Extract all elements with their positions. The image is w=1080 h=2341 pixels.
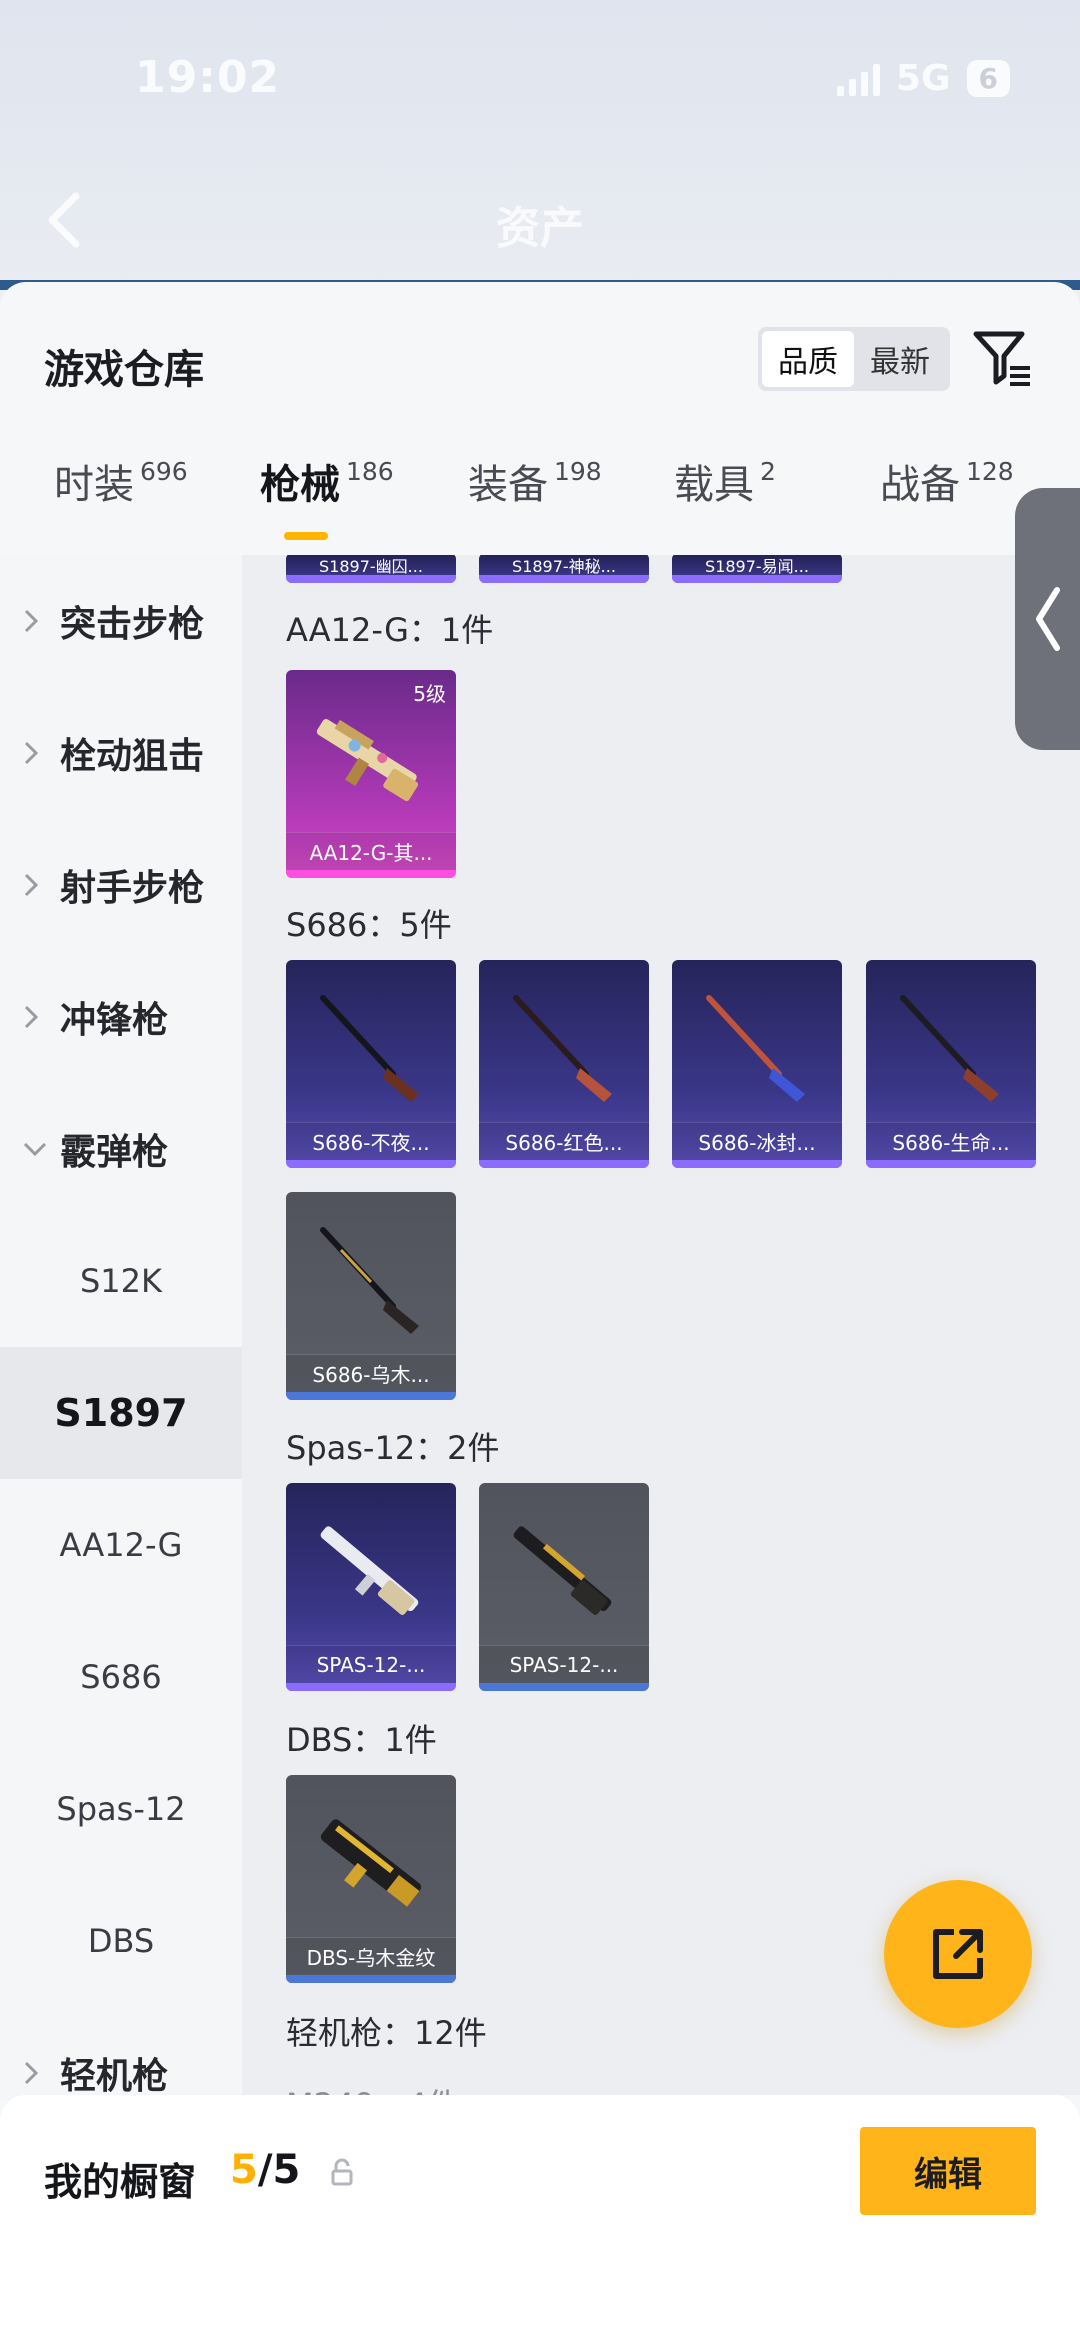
- tab-vehicles[interactable]: 载具 2: [674, 452, 776, 510]
- item-card[interactable]: 5级 AA12-G-其...: [286, 670, 456, 878]
- showcase-count: 5/5: [230, 2147, 301, 2193]
- tab-fashion[interactable]: 时装 696: [54, 452, 188, 510]
- category-sidebar: 突击步枪 栓动狙击 射手步枪 冲锋枪 霰弹枪 S12K S1897 AA12-G…: [0, 555, 242, 2100]
- sidebar-item-shotgun[interactable]: 霰弹枪: [0, 1083, 242, 1215]
- item-card[interactable]: S1897-易闻...: [672, 555, 842, 583]
- item-card[interactable]: S686-生命...: [866, 960, 1036, 1168]
- group-label-m249: M249：4件: [286, 2080, 459, 2095]
- share-icon: [933, 1929, 983, 1979]
- item-card[interactable]: S686-红色...: [479, 960, 649, 1168]
- shotgun-icon: [706, 995, 805, 1102]
- showcase-title: 我的橱窗: [44, 2160, 197, 2204]
- category-tabs: 时装 696 枪械 186 装备 198 载具 2 战备 128: [0, 452, 1080, 552]
- tab-supplies[interactable]: 战备 128: [880, 452, 1014, 510]
- chevron-left-icon: [1036, 587, 1060, 651]
- item-card[interactable]: S686-冰封...: [672, 960, 842, 1168]
- tab-gear[interactable]: 装备 198: [468, 452, 602, 510]
- group-label-lmg: 轻机枪：12件: [286, 2014, 487, 2052]
- showcase-bar: 我的橱窗 5/5 编辑: [0, 2095, 1080, 2341]
- shotgun-icon: [316, 719, 419, 802]
- chevron-right-icon: [22, 871, 50, 899]
- side-panel-handle[interactable]: [1015, 488, 1080, 750]
- sidebar-subitem-s1897[interactable]: S1897: [0, 1347, 242, 1479]
- network-label: 5G: [895, 58, 951, 99]
- shotgun-icon: [513, 995, 612, 1102]
- shotgun-icon: [320, 1526, 419, 1615]
- sidebar-item-marksman[interactable]: 射手步枪: [0, 819, 242, 951]
- shotgun-icon: [320, 1227, 419, 1334]
- sort-latest-button[interactable]: 最新: [854, 331, 946, 387]
- sort-toggle: 品质 最新: [758, 327, 950, 391]
- page-title: 资产: [496, 203, 584, 254]
- sidebar-subitem-aa12g[interactable]: AA12-G: [0, 1479, 242, 1611]
- status-indicators: 5G 6: [836, 58, 1010, 99]
- group-label-aa12g: AA12-G：1件: [286, 611, 494, 649]
- sidebar-item-smg[interactable]: 冲锋枪: [0, 951, 242, 1083]
- item-card[interactable]: S686-不夜...: [286, 960, 456, 1168]
- group-label-s686: S686：5件: [286, 906, 452, 944]
- item-card[interactable]: S686-乌木...: [286, 1192, 456, 1400]
- shotgun-icon: [320, 1819, 422, 1907]
- sidebar-subitem-s686[interactable]: S686: [0, 1611, 242, 1743]
- signal-icon: [836, 62, 880, 96]
- sidebar-subitem-spas12[interactable]: Spas-12: [0, 1743, 242, 1875]
- sidebar-item-bolt[interactable]: 栓动狙击: [0, 687, 242, 819]
- chevron-right-icon: [22, 2059, 50, 2087]
- edit-button[interactable]: 编辑: [860, 2127, 1036, 2215]
- tab-guns[interactable]: 枪械 186: [260, 452, 394, 510]
- shotgun-icon: [320, 995, 419, 1102]
- item-card[interactable]: SPAS-12-...: [479, 1483, 649, 1691]
- shotgun-icon: [900, 995, 999, 1102]
- sidebar-subitem-s12k[interactable]: S12K: [0, 1215, 242, 1347]
- group-label-spas12: Spas-12：2件: [286, 1429, 500, 1467]
- chevron-right-icon: [22, 1003, 50, 1031]
- filter-button[interactable]: [972, 328, 1034, 390]
- sort-quality-button[interactable]: 品质: [762, 331, 854, 387]
- chevron-down-icon: [22, 1135, 50, 1163]
- item-card[interactable]: SPAS-12-...: [286, 1483, 456, 1691]
- item-card[interactable]: S1897-神秘...: [479, 555, 649, 583]
- filter-icon: [973, 331, 1030, 386]
- top-bar: 19:02 5G 6 资产: [0, 0, 1080, 290]
- chevron-right-icon: [22, 739, 50, 767]
- lock-icon: [331, 2158, 353, 2186]
- item-card[interactable]: S1897-幽囚...: [286, 555, 456, 583]
- chevron-right-icon: [22, 607, 50, 635]
- item-card[interactable]: DBS-乌木金纹: [286, 1775, 456, 1983]
- shotgun-icon: [513, 1526, 612, 1615]
- battery-icon: 6: [966, 60, 1010, 97]
- share-button[interactable]: [884, 1880, 1032, 2028]
- panel-title: 游戏仓库: [44, 347, 204, 393]
- active-tab-indicator: [284, 532, 328, 540]
- item-grid: S1897-幽囚... S1897-神秘... S1897-易闻... AA12…: [242, 555, 1080, 2095]
- sidebar-item-assault[interactable]: 突击步枪: [0, 555, 242, 687]
- sidebar-subitem-dbs[interactable]: DBS: [0, 1875, 242, 2007]
- group-label-dbs: DBS：1件: [286, 1721, 437, 1759]
- status-time: 19:02: [135, 52, 281, 103]
